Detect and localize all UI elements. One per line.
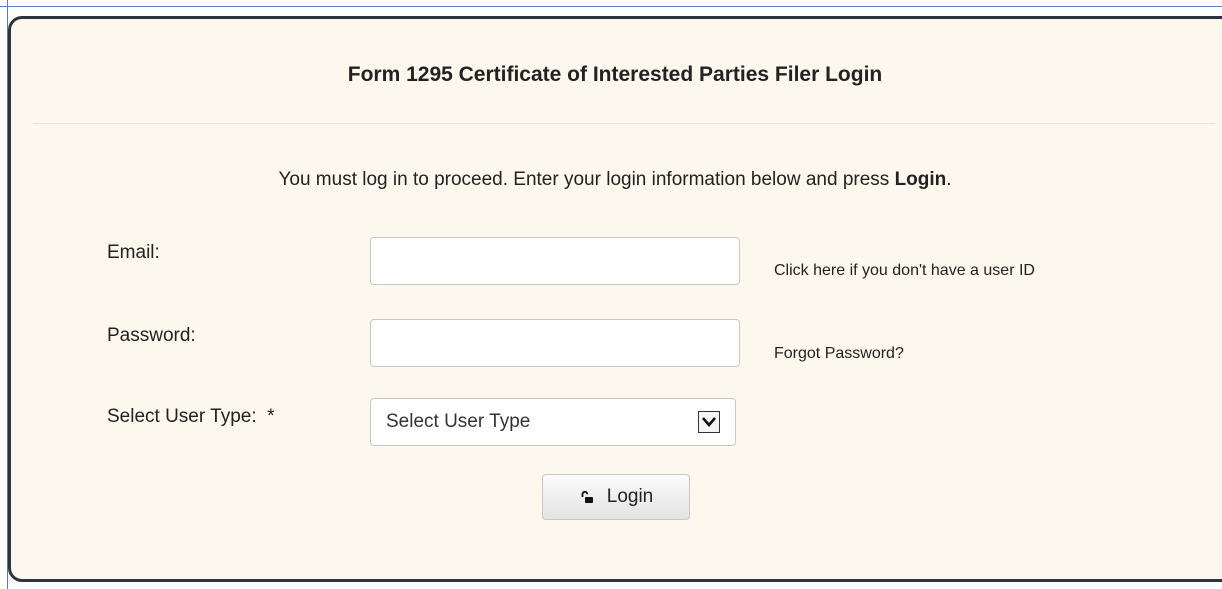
- panel-title: Form 1295 Certificate of Interested Part…: [347, 63, 883, 86]
- email-field[interactable]: [370, 237, 740, 285]
- password-label: Password:: [107, 325, 196, 346]
- password-field[interactable]: [370, 319, 740, 367]
- page: Form 1295 Certificate of Interested Part…: [0, 0, 1222, 589]
- user-type-selected-value: Select User Type: [386, 411, 531, 432]
- lock-icon: [579, 489, 595, 505]
- forgot-password-link[interactable]: Forgot Password?: [774, 345, 904, 363]
- email-label: Email:: [107, 242, 160, 263]
- login-button[interactable]: Login: [542, 474, 690, 520]
- login-panel: Form 1295 Certificate of Interested Part…: [8, 16, 1222, 582]
- instructions-text: You must log in to proceed. Enter your l…: [11, 169, 1219, 191]
- user-type-select[interactable]: Select User Type: [370, 398, 736, 446]
- login-button-label: Login: [606, 486, 654, 507]
- instructions-prefix: You must log in to proceed. Enter your l…: [278, 169, 895, 190]
- register-link[interactable]: Click here if you don't have a user ID: [774, 262, 1035, 280]
- instructions-suffix: .: [946, 169, 952, 190]
- page-top-border: [0, 6, 1222, 7]
- chevron-down-icon[interactable]: [698, 411, 720, 433]
- instructions-login-word: Login: [894, 169, 947, 190]
- user-type-label: Select User Type: *: [107, 406, 275, 427]
- title-divider: [33, 123, 1215, 124]
